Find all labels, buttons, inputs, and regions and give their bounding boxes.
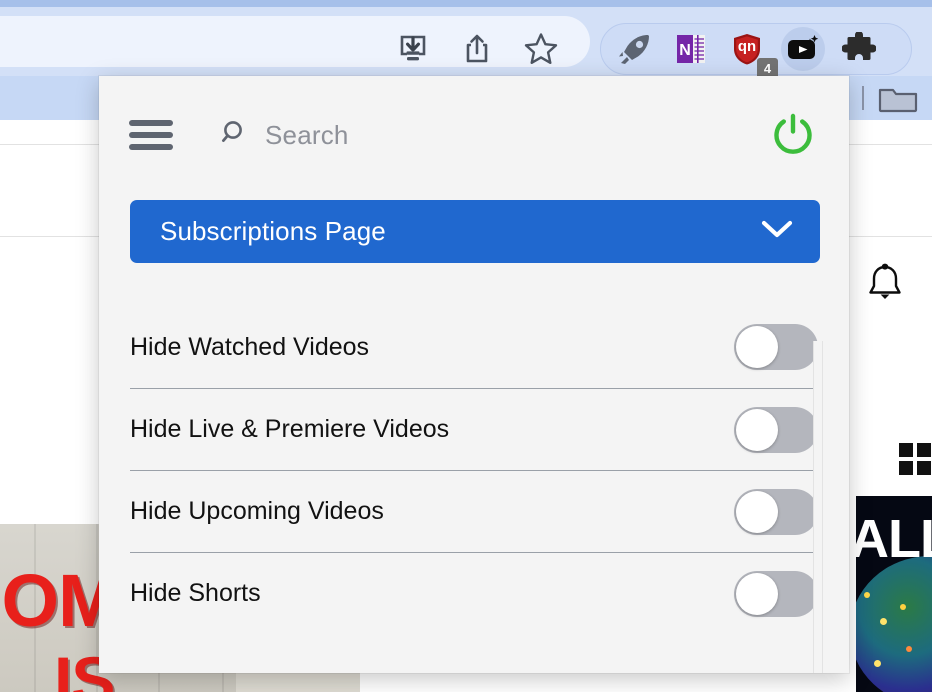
extensions-toolbar: N ub 4 bbox=[600, 23, 912, 79]
option-label: Hide Watched Videos bbox=[130, 332, 370, 361]
page-selector-dropdown[interactable]: Subscriptions Page bbox=[130, 200, 820, 263]
share-icon[interactable] bbox=[459, 31, 495, 67]
power-toggle-icon[interactable] bbox=[769, 110, 817, 158]
option-row-hide-shorts[interactable]: Hide Shorts bbox=[130, 552, 818, 634]
search-bar[interactable]: Search bbox=[221, 114, 781, 156]
bookmark-star-icon[interactable] bbox=[523, 31, 559, 67]
popup-scrollbar[interactable] bbox=[813, 341, 823, 673]
screen: IOM IS ALL bbox=[0, 0, 932, 692]
download-icon[interactable] bbox=[395, 31, 431, 67]
toggle-hide-live-premiere-videos[interactable] bbox=[734, 406, 818, 453]
rocket-extension-icon[interactable] bbox=[613, 27, 657, 71]
option-row-hide-watched-videos[interactable]: Hide Watched Videos bbox=[130, 306, 818, 388]
grid-view-icon[interactable] bbox=[899, 443, 932, 475]
option-label: Hide Live & Premiere Videos bbox=[130, 415, 450, 443]
toggle-knob bbox=[736, 490, 778, 533]
chevron-down-icon bbox=[760, 218, 794, 245]
notification-bell-icon[interactable] bbox=[866, 262, 904, 309]
thumbnail-right-text: ALL bbox=[856, 509, 932, 569]
extensions-puzzle-icon[interactable] bbox=[837, 27, 881, 71]
extension-popup: Search Subscriptions Page Hide Watched V… bbox=[99, 76, 849, 673]
toggle-hide-shorts[interactable] bbox=[734, 570, 818, 617]
option-label: Hide Shorts bbox=[130, 579, 261, 607]
option-row-hide-live-premiere-videos[interactable]: Hide Live & Premiere Videos bbox=[130, 388, 818, 470]
hamburger-menu-icon[interactable] bbox=[129, 120, 173, 150]
options-list: Hide Watched Videos Hide Live & Premiere… bbox=[99, 306, 849, 634]
popup-header: Search bbox=[99, 76, 849, 186]
toolbar-actions bbox=[395, 25, 585, 73]
browser-toolbar: N ub 4 bbox=[0, 7, 932, 79]
search-icon bbox=[221, 119, 249, 152]
bookmarks-folder-icon[interactable] bbox=[878, 85, 918, 118]
browser-top-strip bbox=[0, 0, 932, 7]
toggle-knob bbox=[736, 408, 778, 451]
video-thumbnail-right[interactable]: ALL bbox=[856, 496, 932, 692]
youtube-enhancer-extension-icon[interactable] bbox=[781, 27, 825, 71]
toggle-hide-watched-videos[interactable] bbox=[734, 324, 818, 370]
page-selector-label: Subscriptions Page bbox=[160, 216, 386, 246]
search-input-placeholder[interactable]: Search bbox=[265, 120, 349, 151]
onenote-extension-icon[interactable]: N bbox=[669, 27, 713, 71]
toggle-knob bbox=[736, 326, 778, 368]
svg-text:ub: ub bbox=[738, 39, 756, 56]
ublock-origin-extension-icon[interactable]: ub 4 bbox=[725, 27, 778, 79]
bookmarks-separator bbox=[862, 86, 864, 110]
toggle-hide-upcoming-videos[interactable] bbox=[734, 488, 818, 535]
svg-text:N: N bbox=[679, 42, 691, 59]
option-label: Hide Upcoming Videos bbox=[130, 497, 384, 525]
option-row-hide-upcoming-videos[interactable]: Hide Upcoming Videos bbox=[130, 470, 818, 552]
toggle-knob bbox=[736, 572, 778, 615]
